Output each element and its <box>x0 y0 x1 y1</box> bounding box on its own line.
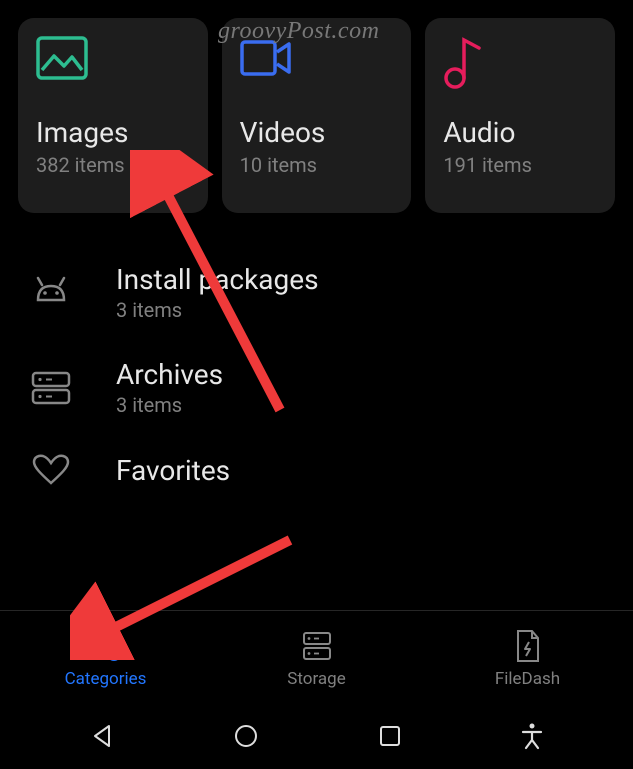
android-icon <box>26 272 76 314</box>
list-item-install-packages[interactable]: Install packages 3 items <box>0 245 633 340</box>
card-title: Videos <box>240 116 394 149</box>
list-item-title: Archives <box>116 358 223 391</box>
tab-categories[interactable]: Categories <box>0 611 211 706</box>
list-item-subtitle: 3 items <box>116 393 223 417</box>
storage-icon <box>301 629 333 663</box>
category-list: Install packages 3 items Archives 3 item… <box>0 231 633 521</box>
category-card-audio[interactable]: Audio 191 items <box>425 18 615 213</box>
category-card-videos[interactable]: Videos 10 items <box>222 18 412 213</box>
list-item-title: Install packages <box>116 263 319 296</box>
filedash-icon <box>514 629 542 663</box>
tab-label: FileDash <box>495 669 560 689</box>
tab-label: Categories <box>65 669 147 689</box>
card-title: Audio <box>443 116 597 149</box>
card-title: Images <box>36 116 190 149</box>
tab-storage[interactable]: Storage <box>211 611 422 706</box>
heart-icon <box>26 453 76 489</box>
list-item-favorites[interactable]: Favorites <box>0 435 633 507</box>
card-subtitle: 191 items <box>443 153 597 177</box>
video-icon <box>240 36 394 116</box>
list-item-subtitle: 3 items <box>116 298 319 322</box>
tab-label: Storage <box>287 669 345 689</box>
system-nav-bar <box>0 706 633 769</box>
category-card-images[interactable]: Images 382 items <box>18 18 208 213</box>
image-icon <box>36 36 190 116</box>
audio-icon <box>443 36 597 116</box>
nav-home-button[interactable] <box>233 723 259 753</box>
tab-filedash[interactable]: FileDash <box>422 611 633 706</box>
list-item-title: Favorites <box>116 454 230 487</box>
list-item-archives[interactable]: Archives 3 items <box>0 340 633 435</box>
card-subtitle: 10 items <box>240 153 394 177</box>
archive-icon <box>26 370 76 406</box>
nav-back-button[interactable] <box>89 723 115 753</box>
bottom-tab-bar: Categories Storage FileDash <box>0 610 633 706</box>
shapes-icon <box>88 629 124 663</box>
nav-accessibility-button[interactable] <box>520 722 544 754</box>
card-subtitle: 382 items <box>36 153 190 177</box>
nav-recent-button[interactable] <box>378 724 402 752</box>
